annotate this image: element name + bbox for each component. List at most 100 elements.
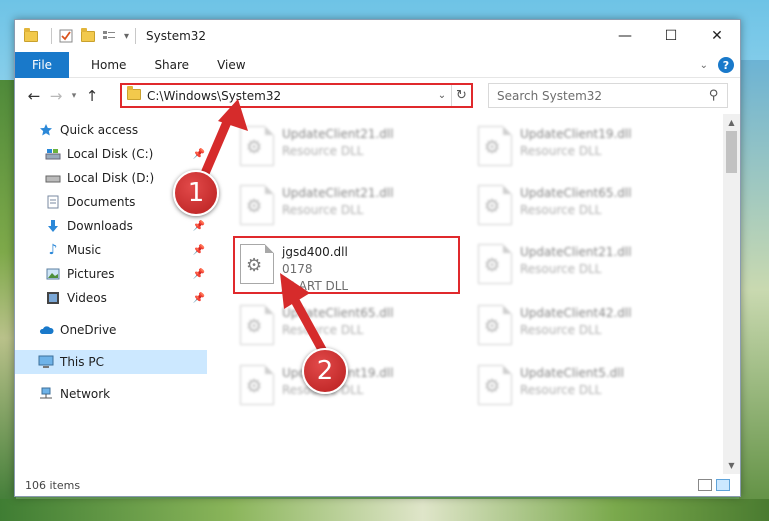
tab-view[interactable]: View	[203, 58, 259, 72]
maximize-button[interactable]: ☐	[648, 20, 694, 52]
folder-icon	[23, 27, 39, 44]
computer-icon	[38, 354, 54, 370]
scroll-down-arrow-icon[interactable]: ▼	[723, 457, 740, 474]
nav-item-onedrive[interactable]: OneDrive	[15, 318, 207, 342]
pictures-icon	[45, 266, 61, 282]
nav-item-label: Pictures	[67, 267, 115, 281]
minimize-button[interactable]: —	[602, 20, 648, 52]
separator	[135, 28, 137, 44]
file-tile[interactable]: ⚙ UpdateClient21.dll Resource DLL	[470, 238, 695, 296]
separator	[51, 28, 52, 44]
details-view-icon[interactable]	[698, 479, 712, 491]
navigation-pane: Quick access Local Disk (C:) 📌 Local Dis…	[15, 114, 207, 474]
dll-file-icon: ⚙	[240, 365, 274, 405]
scroll-up-arrow-icon[interactable]: ▲	[723, 114, 740, 131]
file-type: Resource DLL	[520, 323, 602, 337]
file-name: UpdateClient21.dll	[520, 245, 632, 259]
scroll-thumb[interactable]	[726, 131, 737, 173]
window-title: System32	[146, 29, 207, 43]
file-type: Resource DLL	[282, 203, 364, 217]
file-tile[interactable]: ⚙ UpdateClient42.dll Resource DLL	[470, 299, 695, 357]
tiles-view-icon[interactable]	[716, 479, 730, 491]
file-type: Resource DLL	[520, 383, 602, 397]
nav-item-local-disk-c[interactable]: Local Disk (C:) 📌	[15, 142, 207, 166]
nav-item-label: Quick access	[60, 123, 139, 137]
file-tile[interactable]: ⚙ UpdateClient21.dll Resource DLL	[232, 120, 457, 178]
help-icon[interactable]: ?	[718, 57, 734, 73]
file-tile[interactable]: ⚙ UpdateClient5.dll Resource DLL	[470, 359, 695, 417]
pin-icon[interactable]: 📌	[193, 269, 205, 280]
tab-file[interactable]: File	[15, 51, 69, 78]
nav-item-network[interactable]: Network	[15, 382, 207, 406]
dll-file-icon: ⚙	[478, 305, 512, 345]
drive-icon	[45, 146, 61, 162]
customize-toolbar-icon[interactable]	[102, 28, 118, 44]
new-folder-icon[interactable]	[80, 27, 96, 44]
download-icon	[45, 218, 61, 234]
desktop-background-bottom	[0, 499, 769, 521]
refresh-icon[interactable]: ↻	[451, 85, 471, 106]
dll-file-icon: ⚙	[478, 244, 512, 284]
file-tile[interactable]: ⚙ UpdateClient65.dll Resource DLL	[470, 179, 695, 237]
annotation-arrow-2	[280, 273, 330, 360]
dll-file-icon: ⚙	[478, 185, 512, 225]
tab-share[interactable]: Share	[140, 58, 203, 72]
close-button[interactable]: ✕	[694, 20, 740, 52]
nav-item-videos[interactable]: Videos 📌	[15, 286, 207, 310]
file-type: Resource DLL	[520, 144, 602, 158]
forward-arrow-icon[interactable]: →	[45, 87, 67, 105]
expand-ribbon-icon[interactable]: ⌄	[700, 60, 708, 71]
search-box[interactable]: ⚲	[488, 83, 728, 108]
file-tile[interactable]: ⚙ UpdateClient19.dll Resource DLL	[470, 120, 695, 178]
file-name: UpdateClient65.dll	[520, 186, 632, 200]
file-name: UpdateClient21.dll	[282, 127, 394, 141]
search-icon[interactable]: ⚲	[709, 88, 719, 103]
nav-item-pictures[interactable]: Pictures 📌	[15, 262, 207, 286]
file-explorer-window: ▾ System32 — ☐ ✕ File Home Share View ⌄ …	[14, 19, 741, 497]
address-bar[interactable]: C:\Windows\System32 ⌄ ↻	[120, 83, 473, 108]
dll-file-icon: ⚙	[240, 305, 274, 345]
dll-file-icon: ⚙	[478, 365, 512, 405]
chevron-down-icon[interactable]: ▾	[124, 31, 129, 42]
file-type: Resource DLL	[282, 144, 364, 158]
nav-item-label: Local Disk (C:)	[67, 147, 154, 161]
search-input[interactable]	[497, 88, 710, 103]
content-area: Quick access Local Disk (C:) 📌 Local Dis…	[15, 114, 740, 474]
file-type: Resource DLL	[520, 262, 602, 276]
documents-icon	[45, 194, 61, 210]
nav-item-label: Downloads	[67, 219, 133, 233]
file-tile[interactable]: ⚙ UpdateClient21.dll Resource DLL	[232, 179, 457, 237]
file-name: UpdateClient5.dll	[520, 366, 624, 380]
status-bar: 106 items	[15, 474, 740, 496]
title-bar: ▾ System32 — ☐ ✕	[15, 20, 740, 52]
step-1-badge: 1	[173, 170, 219, 216]
drive-icon	[45, 170, 61, 186]
music-icon: ♪	[48, 242, 58, 258]
recent-locations-chevron-icon[interactable]: ▾	[67, 91, 81, 101]
nav-item-label: Network	[60, 387, 111, 401]
folder-icon	[127, 85, 141, 103]
nav-item-label: This PC	[60, 355, 104, 369]
up-arrow-icon[interactable]: ↑	[81, 87, 103, 105]
pin-icon[interactable]: 📌	[193, 245, 205, 256]
item-count: 106 items	[25, 478, 81, 492]
properties-icon[interactable]	[58, 28, 74, 44]
pin-icon[interactable]: 📌	[193, 293, 205, 304]
nav-item-label: OneDrive	[60, 323, 117, 337]
nav-item-label: Music	[67, 243, 102, 257]
back-arrow-icon[interactable]: ←	[23, 87, 45, 105]
videos-icon	[45, 290, 61, 306]
desktop-background-right	[739, 60, 769, 520]
network-icon	[38, 386, 54, 402]
dll-file-icon: ⚙	[478, 126, 512, 166]
chevron-down-icon[interactable]: ⌄	[433, 90, 451, 101]
file-name: UpdateClient19.dll	[520, 127, 632, 141]
nav-item-quick-access[interactable]: Quick access	[15, 118, 207, 142]
nav-item-music[interactable]: ♪ Music 📌	[15, 238, 207, 262]
star-icon	[38, 122, 54, 138]
pin-icon[interactable]: 📌	[193, 221, 205, 232]
nav-item-this-pc[interactable]: This PC	[15, 350, 207, 374]
tab-home[interactable]: Home	[77, 58, 140, 72]
nav-item-downloads[interactable]: Downloads 📌	[15, 214, 207, 238]
vertical-scrollbar[interactable]: ▲ ▼	[723, 114, 740, 474]
